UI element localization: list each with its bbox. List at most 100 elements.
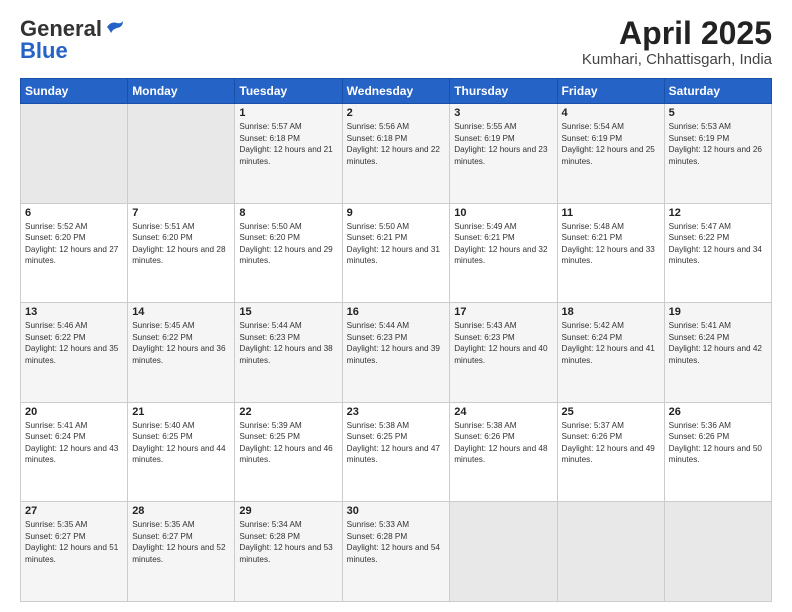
calendar-cell — [557, 502, 664, 602]
logo-blue-text: Blue — [20, 38, 68, 64]
calendar-cell: 18 Sunrise: 5:42 AMSunset: 6:24 PMDayligh… — [557, 303, 664, 403]
calendar-cell: 3 Sunrise: 5:55 AMSunset: 6:19 PMDaylight… — [450, 104, 557, 204]
sun-info: Sunrise: 5:45 AMSunset: 6:22 PMDaylight:… — [132, 320, 230, 366]
sun-info: Sunrise: 5:33 AMSunset: 6:28 PMDaylight:… — [347, 519, 446, 565]
sun-info: Sunrise: 5:56 AMSunset: 6:18 PMDaylight:… — [347, 121, 446, 167]
calendar-cell: 12 Sunrise: 5:47 AMSunset: 6:22 PMDayligh… — [664, 203, 771, 303]
day-number: 16 — [347, 306, 446, 318]
day-number: 23 — [347, 406, 446, 418]
day-number: 30 — [347, 505, 446, 517]
calendar-week-3: 13 Sunrise: 5:46 AMSunset: 6:22 PMDayligh… — [21, 303, 772, 403]
weekday-friday: Friday — [557, 79, 664, 104]
calendar-cell: 26 Sunrise: 5:36 AMSunset: 6:26 PMDayligh… — [664, 402, 771, 502]
day-number: 21 — [132, 406, 230, 418]
day-number: 28 — [132, 505, 230, 517]
sun-info: Sunrise: 5:50 AMSunset: 6:21 PMDaylight:… — [347, 221, 446, 267]
sun-info: Sunrise: 5:37 AMSunset: 6:26 PMDaylight:… — [562, 420, 660, 466]
day-number: 26 — [669, 406, 767, 418]
weekday-header-row: SundayMondayTuesdayWednesdayThursdayFrid… — [21, 79, 772, 104]
day-number: 6 — [25, 207, 123, 219]
calendar-cell: 14 Sunrise: 5:45 AMSunset: 6:22 PMDayligh… — [128, 303, 235, 403]
calendar-cell: 15 Sunrise: 5:44 AMSunset: 6:23 PMDayligh… — [235, 303, 342, 403]
calendar-cell: 11Sunrise: 5:48 AMSunset: 6:21 PMDayligh… — [557, 203, 664, 303]
sun-info: Sunrise: 5:34 AMSunset: 6:28 PMDaylight:… — [239, 519, 337, 565]
calendar-cell: 4 Sunrise: 5:54 AMSunset: 6:19 PMDaylight… — [557, 104, 664, 204]
calendar-cell: 1 Sunrise: 5:57 AMSunset: 6:18 PMDaylight… — [235, 104, 342, 204]
calendar-table: SundayMondayTuesdayWednesdayThursdayFrid… — [20, 78, 772, 602]
calendar-cell: 27Sunrise: 5:35 AMSunset: 6:27 PMDayligh… — [21, 502, 128, 602]
calendar-cell: 6 Sunrise: 5:52 AMSunset: 6:20 PMDaylight… — [21, 203, 128, 303]
day-number: 13 — [25, 306, 123, 318]
calendar-cell: 8 Sunrise: 5:50 AMSunset: 6:20 PMDaylight… — [235, 203, 342, 303]
day-number: 4 — [562, 107, 660, 119]
logo: General Blue — [20, 16, 125, 64]
day-number: 29 — [239, 505, 337, 517]
sun-info: Sunrise: 5:38 AMSunset: 6:26 PMDaylight:… — [454, 420, 552, 466]
day-number: 11 — [562, 207, 660, 219]
weekday-thursday: Thursday — [450, 79, 557, 104]
calendar-cell: 5 Sunrise: 5:53 AMSunset: 6:19 PMDaylight… — [664, 104, 771, 204]
weekday-tuesday: Tuesday — [235, 79, 342, 104]
logo-bird-icon — [103, 19, 125, 37]
day-number: 5 — [669, 107, 767, 119]
calendar-cell: 19 Sunrise: 5:41 AMSunset: 6:24 PMDayligh… — [664, 303, 771, 403]
day-number: 18 — [562, 306, 660, 318]
calendar-title: April 2025 — [582, 16, 772, 51]
calendar-cell: 29 Sunrise: 5:34 AMSunset: 6:28 PMDayligh… — [235, 502, 342, 602]
day-number: 9 — [347, 207, 446, 219]
day-number: 24 — [454, 406, 552, 418]
calendar-subtitle: Kumhari, Chhattisgarh, India — [582, 51, 772, 68]
calendar-cell — [664, 502, 771, 602]
sun-info: Sunrise: 5:46 AMSunset: 6:22 PMDaylight:… — [25, 320, 123, 366]
sun-info: Sunrise: 5:52 AMSunset: 6:20 PMDaylight:… — [25, 221, 123, 267]
sun-info: Sunrise: 5:47 AMSunset: 6:22 PMDaylight:… — [669, 221, 767, 267]
calendar-cell: 28Sunrise: 5:35 AMSunset: 6:27 PMDayligh… — [128, 502, 235, 602]
weekday-wednesday: Wednesday — [342, 79, 450, 104]
calendar-week-2: 6 Sunrise: 5:52 AMSunset: 6:20 PMDaylight… — [21, 203, 772, 303]
sun-info: Sunrise: 5:53 AMSunset: 6:19 PMDaylight:… — [669, 121, 767, 167]
sun-info: Sunrise: 5:49 AMSunset: 6:21 PMDaylight:… — [454, 221, 552, 267]
calendar-cell: 22Sunrise: 5:39 AMSunset: 6:25 PMDayligh… — [235, 402, 342, 502]
sun-info: Sunrise: 5:44 AMSunset: 6:23 PMDaylight:… — [239, 320, 337, 366]
page: General Blue April 2025 Kumhari, Chhatti… — [0, 0, 792, 612]
calendar-cell: 25 Sunrise: 5:37 AMSunset: 6:26 PMDayligh… — [557, 402, 664, 502]
sun-info: Sunrise: 5:57 AMSunset: 6:18 PMDaylight:… — [239, 121, 337, 167]
calendar-cell: 9 Sunrise: 5:50 AMSunset: 6:21 PMDaylight… — [342, 203, 450, 303]
header: General Blue April 2025 Kumhari, Chhatti… — [20, 16, 772, 68]
day-number: 7 — [132, 207, 230, 219]
calendar-cell: 7 Sunrise: 5:51 AMSunset: 6:20 PMDaylight… — [128, 203, 235, 303]
calendar-cell — [21, 104, 128, 204]
sun-info: Sunrise: 5:42 AMSunset: 6:24 PMDaylight:… — [562, 320, 660, 366]
day-number: 15 — [239, 306, 337, 318]
weekday-monday: Monday — [128, 79, 235, 104]
calendar-week-5: 27Sunrise: 5:35 AMSunset: 6:27 PMDayligh… — [21, 502, 772, 602]
sun-info: Sunrise: 5:44 AMSunset: 6:23 PMDaylight:… — [347, 320, 446, 366]
day-number: 12 — [669, 207, 767, 219]
sun-info: Sunrise: 5:38 AMSunset: 6:25 PMDaylight:… — [347, 420, 446, 466]
sun-info: Sunrise: 5:50 AMSunset: 6:20 PMDaylight:… — [239, 221, 337, 267]
sun-info: Sunrise: 5:51 AMSunset: 6:20 PMDaylight:… — [132, 221, 230, 267]
day-number: 20 — [25, 406, 123, 418]
day-number: 14 — [132, 306, 230, 318]
calendar-cell: 20 Sunrise: 5:41 AMSunset: 6:24 PMDayligh… — [21, 402, 128, 502]
calendar-cell: 21 Sunrise: 5:40 AMSunset: 6:25 PMDayligh… — [128, 402, 235, 502]
calendar-cell: 24 Sunrise: 5:38 AMSunset: 6:26 PMDayligh… — [450, 402, 557, 502]
day-number: 10 — [454, 207, 552, 219]
sun-info: Sunrise: 5:41 AMSunset: 6:24 PMDaylight:… — [25, 420, 123, 466]
sun-info: Sunrise: 5:55 AMSunset: 6:19 PMDaylight:… — [454, 121, 552, 167]
calendar-cell: 10 Sunrise: 5:49 AMSunset: 6:21 PMDayligh… — [450, 203, 557, 303]
sun-info: Sunrise: 5:40 AMSunset: 6:25 PMDaylight:… — [132, 420, 230, 466]
sun-info: Sunrise: 5:36 AMSunset: 6:26 PMDaylight:… — [669, 420, 767, 466]
day-number: 3 — [454, 107, 552, 119]
calendar-cell — [128, 104, 235, 204]
sun-info: Sunrise: 5:41 AMSunset: 6:24 PMDaylight:… — [669, 320, 767, 366]
calendar-cell: 13 Sunrise: 5:46 AMSunset: 6:22 PMDayligh… — [21, 303, 128, 403]
weekday-saturday: Saturday — [664, 79, 771, 104]
day-number: 25 — [562, 406, 660, 418]
day-number: 8 — [239, 207, 337, 219]
sun-info: Sunrise: 5:43 AMSunset: 6:23 PMDaylight:… — [454, 320, 552, 366]
day-number: 1 — [239, 107, 337, 119]
day-number: 22 — [239, 406, 337, 418]
sun-info: Sunrise: 5:54 AMSunset: 6:19 PMDaylight:… — [562, 121, 660, 167]
day-number: 19 — [669, 306, 767, 318]
